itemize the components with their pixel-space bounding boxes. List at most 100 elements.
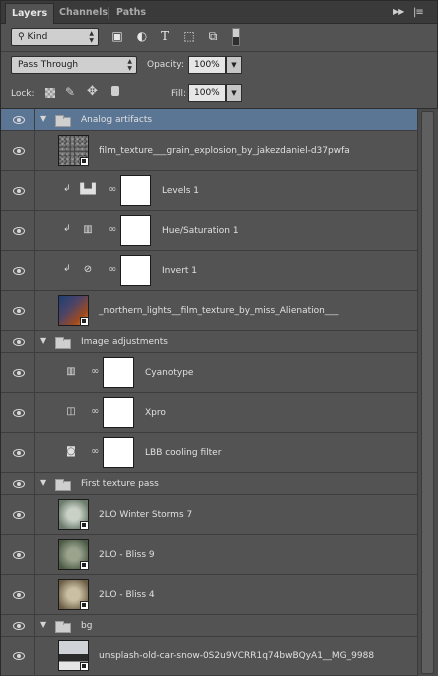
panel-menu-icon[interactable]: |≡ <box>413 7 424 18</box>
filter-row: ⚲ Kind ▲ ▼ ▣ ◐ T ⬚ ⧉ <box>1 23 437 51</box>
blend-row: Pass Through ▲ ▼ Opacity: 100% ▼ <box>1 52 437 80</box>
panel-tab-bar: Layers Channels Paths ▶▶ |≡ <box>1 1 437 24</box>
visibility-toggle[interactable] <box>1 637 35 675</box>
visibility-toggle[interactable] <box>1 495 35 534</box>
mask-link-chain-icon[interactable]: ∞ <box>108 184 116 195</box>
layer-invert-1[interactable]: ↲ ⊘ ∞ Invert 1 <box>1 251 417 291</box>
lock-image-pixels-icon[interactable]: ✎ <box>65 85 75 99</box>
adjustment-layer-filter-icon[interactable]: ◐ <box>134 28 150 44</box>
group-expand-arrow-icon[interactable]: ▼ <box>40 478 46 487</box>
layer-2lo-winter-storms-7[interactable]: 2LO Winter Storms 7 <box>1 495 417 535</box>
dropdown-arrows-icon: ▲ ▼ <box>127 58 132 72</box>
eye-icon <box>13 480 25 488</box>
visibility-toggle[interactable] <box>1 615 35 636</box>
layer-name: Hue/Saturation 1 <box>162 226 239 236</box>
visibility-toggle[interactable] <box>1 291 35 330</box>
layer-name: 2LO - Bliss 9 <box>99 550 155 560</box>
eye-icon <box>13 227 25 235</box>
layer-name: Analog artifacts <box>81 115 153 125</box>
pixel-layer-filter-icon[interactable]: ▣ <box>109 28 125 44</box>
blend-mode-dropdown[interactable]: Pass Through ▲ ▼ <box>11 56 137 74</box>
layer-group-first-texture-pass[interactable]: ▼ First texture pass <box>1 473 417 495</box>
folder-icon <box>55 337 71 349</box>
layer-mask-thumbnail[interactable] <box>120 215 151 246</box>
clipping-mask-arrow-icon: ↲ <box>63 224 71 234</box>
folder-icon <box>55 621 71 633</box>
layer-name: 2LO - Bliss 4 <box>99 590 155 600</box>
smart-object-filter-icon[interactable]: ⧉ <box>205 28 221 44</box>
layer-mask-thumbnail[interactable] <box>103 437 134 468</box>
visibility-toggle[interactable] <box>1 211 35 250</box>
mask-link-chain-icon[interactable]: ∞ <box>91 406 99 417</box>
layer-lbb-cooling-filter[interactable]: ◙ ∞ LBB cooling filter <box>1 433 417 473</box>
eye-icon <box>13 369 25 377</box>
shape-layer-filter-icon[interactable]: ⬚ <box>181 28 197 44</box>
tab-channels[interactable]: Channels <box>53 3 114 23</box>
layer-thumbnail <box>58 539 89 570</box>
visibility-toggle[interactable] <box>1 433 35 472</box>
opacity-label: Opacity: <box>147 60 184 70</box>
layer-thumbnail <box>58 135 89 166</box>
eye-icon <box>13 147 25 155</box>
layer-xpro[interactable]: ◫ ∞ Xpro <box>1 393 417 433</box>
lock-position-icon[interactable]: ✥ <box>87 84 98 99</box>
visibility-toggle[interactable] <box>1 393 35 432</box>
layer-mask-thumbnail[interactable] <box>103 357 134 388</box>
tab-layers[interactable]: Layers <box>5 3 55 24</box>
opacity-input[interactable]: 100% <box>188 56 226 74</box>
visibility-toggle[interactable] <box>1 251 35 290</box>
mask-link-chain-icon[interactable]: ∞ <box>91 446 99 457</box>
visibility-toggle[interactable] <box>1 171 35 210</box>
layer-name: bg <box>81 621 93 631</box>
group-expand-arrow-icon[interactable]: ▼ <box>40 114 46 123</box>
lock-transparent-pixels-icon[interactable] <box>45 88 55 98</box>
layer-northern-lights[interactable]: _northern_lights__film_texture_by_miss_A… <box>1 291 417 331</box>
layer-name: Levels 1 <box>162 186 200 196</box>
visibility-toggle[interactable] <box>1 109 35 130</box>
group-expand-arrow-icon[interactable]: ▼ <box>40 336 46 345</box>
visibility-toggle[interactable] <box>1 331 35 352</box>
filter-toggle-switch[interactable] <box>232 28 240 46</box>
layer-cyanotype[interactable]: ▥ ∞ Cyanotype <box>1 353 417 393</box>
layer-levels-1[interactable]: ↲ ▙▟ ∞ Levels 1 <box>1 171 417 211</box>
visibility-toggle[interactable] <box>1 535 35 574</box>
lock-label: Lock: <box>11 89 35 99</box>
layer-mask-thumbnail[interactable] <box>120 255 151 286</box>
mask-link-chain-icon[interactable]: ∞ <box>91 366 99 377</box>
mask-link-chain-icon[interactable]: ∞ <box>108 224 116 235</box>
layers-list: ▼ Analog artifacts film_texture___grain_… <box>1 108 438 676</box>
collapse-panel-icon[interactable]: ▶▶ <box>393 7 404 16</box>
filter-kind-dropdown[interactable]: ⚲ Kind ▲ ▼ <box>11 28 99 46</box>
scrollbar-thumb[interactable] <box>421 111 434 674</box>
layer-film-texture[interactable]: film_texture___grain_explosion_by_jakezd… <box>1 131 417 171</box>
layer-mask-thumbnail[interactable] <box>120 175 151 206</box>
smart-object-badge-icon <box>80 521 89 530</box>
layer-unsplash-old-car[interactable]: unsplash-old-car-snow-0S2u9VCRR1q74bwBQy… <box>1 637 417 676</box>
type-layer-filter-icon[interactable]: T <box>157 28 173 44</box>
layer-group-analog-artifacts[interactable]: ▼ Analog artifacts <box>1 109 417 131</box>
lock-all-icon[interactable] <box>111 86 119 96</box>
visibility-toggle[interactable] <box>1 353 35 392</box>
layer-name: Xpro <box>145 408 166 418</box>
layer-name: _northern_lights__film_texture_by_miss_A… <box>99 306 339 316</box>
layer-group-bg[interactable]: ▼ bg <box>1 615 417 637</box>
layer-mask-thumbnail[interactable] <box>103 397 134 428</box>
fill-input[interactable]: 100% <box>188 84 226 102</box>
visibility-toggle[interactable] <box>1 131 35 170</box>
layer-hue-saturation-1[interactable]: ↲ ▥ ∞ Hue/Saturation 1 <box>1 211 417 251</box>
fill-slider-button[interactable]: ▼ <box>226 84 242 102</box>
levels-adjustment-icon: ▙▟ <box>80 184 96 195</box>
layer-2lo-bliss-4[interactable]: 2LO - Bliss 4 <box>1 575 417 615</box>
mask-link-chain-icon[interactable]: ∞ <box>108 264 116 275</box>
eye-icon <box>13 187 25 195</box>
group-expand-arrow-icon[interactable]: ▼ <box>40 620 46 629</box>
layer-2lo-bliss-9[interactable]: 2LO - Bliss 9 <box>1 535 417 575</box>
tab-paths[interactable]: Paths <box>110 3 152 23</box>
layers-scrollbar[interactable] <box>417 109 438 676</box>
visibility-toggle[interactable] <box>1 575 35 614</box>
opacity-slider-button[interactable]: ▼ <box>226 56 242 74</box>
layer-group-image-adjustments[interactable]: ▼ Image adjustments <box>1 331 417 353</box>
layer-thumbnail <box>58 499 89 530</box>
eye-icon <box>13 511 25 519</box>
visibility-toggle[interactable] <box>1 473 35 494</box>
